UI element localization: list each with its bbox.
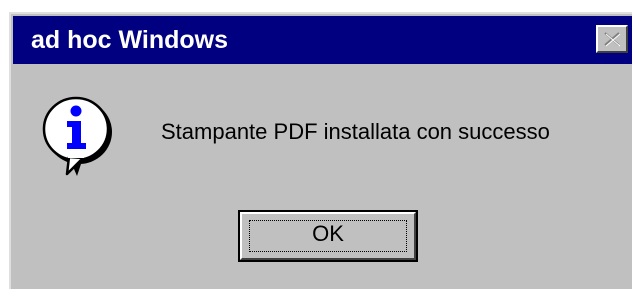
message-text: Stampante PDF installata con successo [161, 119, 550, 144]
ok-button[interactable]: OK [238, 210, 418, 262]
ok-button-label: OK [312, 221, 344, 246]
close-button[interactable] [596, 25, 628, 53]
window-title: ad hoc Windows [31, 26, 228, 54]
title-bar[interactable]: ad hoc Windows [13, 16, 632, 64]
message-dialog: ad hoc Windows Stampante PDF installata … [9, 12, 632, 289]
info-icon [42, 96, 112, 176]
close-icon [604, 32, 621, 47]
